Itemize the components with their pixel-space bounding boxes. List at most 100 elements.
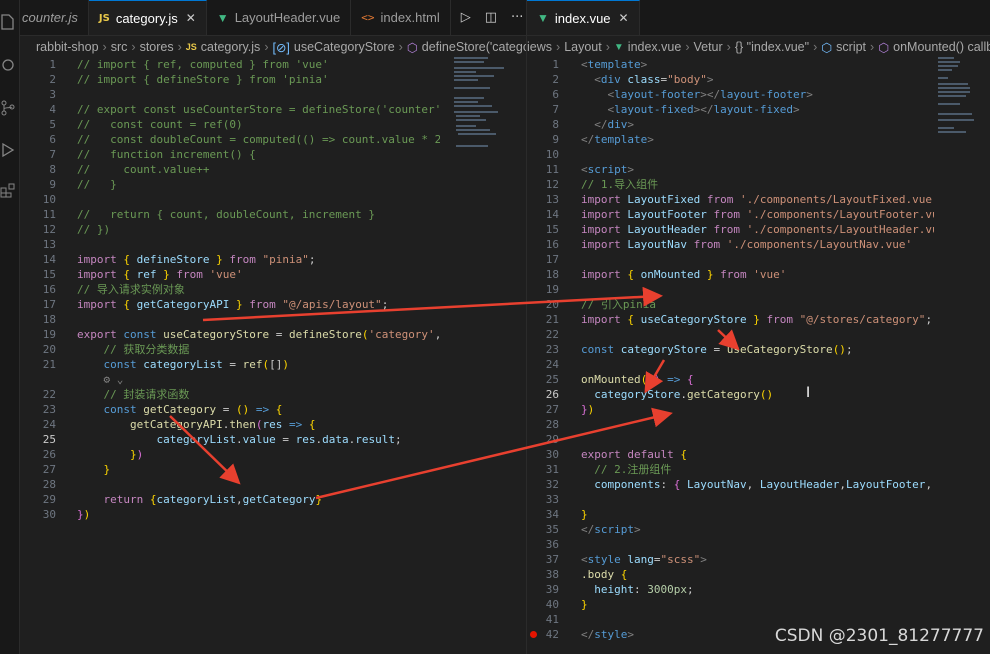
tab-index-html[interactable]: <> index.html [351, 0, 451, 35]
code-line[interactable]: 14 import { defineStore } from "pinia"; [20, 252, 440, 267]
code-line[interactable]: 8 </div> [527, 117, 934, 132]
tab-layoutheader-vue[interactable]: ▼ LayoutHeader.vue [207, 0, 352, 35]
code-line[interactable]: 36 [527, 537, 934, 552]
split-editor-icon[interactable]: ◫ [485, 10, 497, 25]
breadcrumb-item[interactable]: index.vue [628, 40, 682, 54]
breadcrumb-item[interactable]: Layout [564, 40, 602, 54]
tab-index-vue[interactable]: ▼ index.vue ✕ [527, 0, 640, 35]
code-line[interactable]: 1 // import { ref, computed } from 'vue' [20, 57, 440, 72]
right-code-editor[interactable]: 1 <template> 2 <div class="body"> 6 <layout… [527, 57, 934, 654]
breadcrumb-item[interactable]: useCategoryStore [294, 40, 395, 54]
code-line[interactable]: 9 // } [20, 177, 440, 192]
left-code-editor[interactable]: 1// import { ref, computed } from 'vue' 2… [20, 57, 440, 654]
explorer-icon[interactable] [0, 14, 16, 30]
extensions-icon[interactable] [0, 182, 16, 198]
code-line[interactable]: 9 </template> [527, 132, 934, 147]
code-line[interactable]: 31 // 2.注册组件 [527, 462, 934, 477]
code-line[interactable]: 40} [527, 597, 934, 612]
code-line[interactable]: 4 // export const useCounterStore = defin… [20, 102, 440, 117]
breadcrumb-item[interactable]: iews [527, 40, 552, 54]
code-line[interactable]: 10 [527, 147, 934, 162]
code-line[interactable]: ⚙ ⌄ [20, 372, 440, 387]
code-line[interactable]: 7 <layout-fixed></layout-fixed> [527, 102, 934, 117]
breadcrumb-item[interactable]: onMounted() callba [893, 40, 990, 54]
code-line[interactable]: 34} [527, 507, 934, 522]
code-line[interactable]: 33 [527, 492, 934, 507]
code-line[interactable]: 6 <layout-footer></layout-footer> [527, 87, 934, 102]
search-icon[interactable] [0, 58, 16, 74]
right-minimap[interactable] [934, 57, 990, 654]
breadcrumb-item[interactable]: stores [140, 40, 174, 54]
code-line[interactable]: 22 [527, 327, 934, 342]
code-line[interactable]: 23 const getCategory = () => { [20, 402, 440, 417]
code-line[interactable]: 2 <div class="body"> [527, 72, 934, 87]
source-control-icon[interactable] [0, 100, 16, 116]
tab-counter-js[interactable]: counter.js [20, 0, 89, 35]
code-line[interactable]: 10 [20, 192, 440, 207]
code-line[interactable]: 3 [20, 87, 440, 102]
code-line[interactable]: 24 getCategoryAPI.then(res => { [20, 417, 440, 432]
left-minimap[interactable] [446, 57, 516, 654]
code-line[interactable]: 30}) [20, 507, 440, 522]
code-line[interactable]: 12 // }) [20, 222, 440, 237]
code-line[interactable]: 21 const categoryList = ref([]) [20, 357, 440, 372]
code-line[interactable]: 18 import { onMounted } from 'vue' [527, 267, 934, 282]
breadcrumb-item[interactable]: src [111, 40, 128, 54]
breadcrumb-item[interactable]: rabbit-shop [36, 40, 99, 54]
code-line[interactable]: 38 .body { [527, 567, 934, 582]
code-line[interactable]: 26 categoryStore.getCategory() [527, 387, 934, 402]
code-line[interactable]: 5 // const count = ref(0) [20, 117, 440, 132]
code-line[interactable]: 26 }) [20, 447, 440, 462]
code-line[interactable]: 14 import LayoutFooter from './components… [527, 207, 934, 222]
code-line[interactable]: 29 return {categoryList,getCategory} [20, 492, 440, 507]
code-line[interactable]: 13 [20, 237, 440, 252]
code-line[interactable]: 16 import LayoutNav from './components/La… [527, 237, 934, 252]
run-debug-icon[interactable] [0, 142, 16, 158]
code-line[interactable]: 27}) [527, 402, 934, 417]
code-line[interactable]: 7 // function increment() { [20, 147, 440, 162]
code-line[interactable]: 30 export default { [527, 447, 934, 462]
code-line[interactable]: 35 </script> [527, 522, 934, 537]
code-line[interactable]: 19 export const useCategoryStore = define… [20, 327, 440, 342]
breakpoint-icon[interactable] [530, 631, 537, 638]
breadcrumb-item[interactable]: {} "index.vue" [735, 40, 809, 54]
code-line[interactable]: 16 // 导入请求实例对象 [20, 282, 440, 297]
code-line[interactable]: 15 import LayoutHeader from './components… [527, 222, 934, 237]
code-line[interactable]: 28 [20, 477, 440, 492]
code-line[interactable]: 41 [527, 612, 934, 627]
breadcrumb-item[interactable]: Vetur [693, 40, 722, 54]
code-line[interactable]: 8 // count.value++ [20, 162, 440, 177]
code-line[interactable]: 25 onMounted(() => { [527, 372, 934, 387]
code-line[interactable]: 6 // const doubleCount = computed(() => c… [20, 132, 440, 147]
code-line[interactable]: 37 <style lang="scss"> [527, 552, 934, 567]
code-line[interactable]: 32 components: { LayoutNav, LayoutHeader… [527, 477, 934, 492]
code-line[interactable]: 17 [527, 252, 934, 267]
code-line[interactable]: 2 // import { defineStore } from 'pinia' [20, 72, 440, 87]
breadcrumb-item[interactable]: script [836, 40, 866, 54]
code-line[interactable]: 11 // return { count, doubleCount, increm… [20, 207, 440, 222]
close-icon[interactable]: ✕ [186, 11, 196, 25]
code-line[interactable]: 17 import { getCategoryAPI } from "@/apis… [20, 297, 440, 312]
code-line[interactable]: 22 // 封装请求函数 [20, 387, 440, 402]
code-line[interactable]: 12 // 1.导入组件 [527, 177, 934, 192]
code-line[interactable]: 29 [527, 432, 934, 447]
code-line[interactable]: 19 [527, 282, 934, 297]
code-line[interactable]: 23 const categoryStore = useCategoryStore… [527, 342, 934, 357]
code-line[interactable]: 21 import { useCategoryStore } from "@/st… [527, 312, 934, 327]
run-icon[interactable]: ▷ [461, 10, 471, 25]
more-actions-icon[interactable]: ··· [511, 10, 523, 25]
code-line[interactable]: 28 [527, 417, 934, 432]
tab-category-js[interactable]: JS category.js ✕ [88, 0, 207, 35]
code-line[interactable]: 39 height: 3000px; [527, 582, 934, 597]
code-line[interactable]: 13 import LayoutFixed from './components/… [527, 192, 934, 207]
code-line[interactable]: 20 // 引入pinia [527, 297, 934, 312]
code-line[interactable]: 27 } [20, 462, 440, 477]
code-line[interactable]: 11 <script> [527, 162, 934, 177]
breadcrumb-item[interactable]: defineStore('category') ... [422, 40, 526, 54]
code-line[interactable]: 25 categoryList.value = res.data.result; [20, 432, 440, 447]
code-line[interactable]: 18 [20, 312, 440, 327]
code-line[interactable]: 24 [527, 357, 934, 372]
code-line[interactable]: 15 import { ref } from 'vue' [20, 267, 440, 282]
breadcrumb-item[interactable]: category.js [201, 40, 261, 54]
code-line[interactable]: 20 // 获取分类数据 [20, 342, 440, 357]
